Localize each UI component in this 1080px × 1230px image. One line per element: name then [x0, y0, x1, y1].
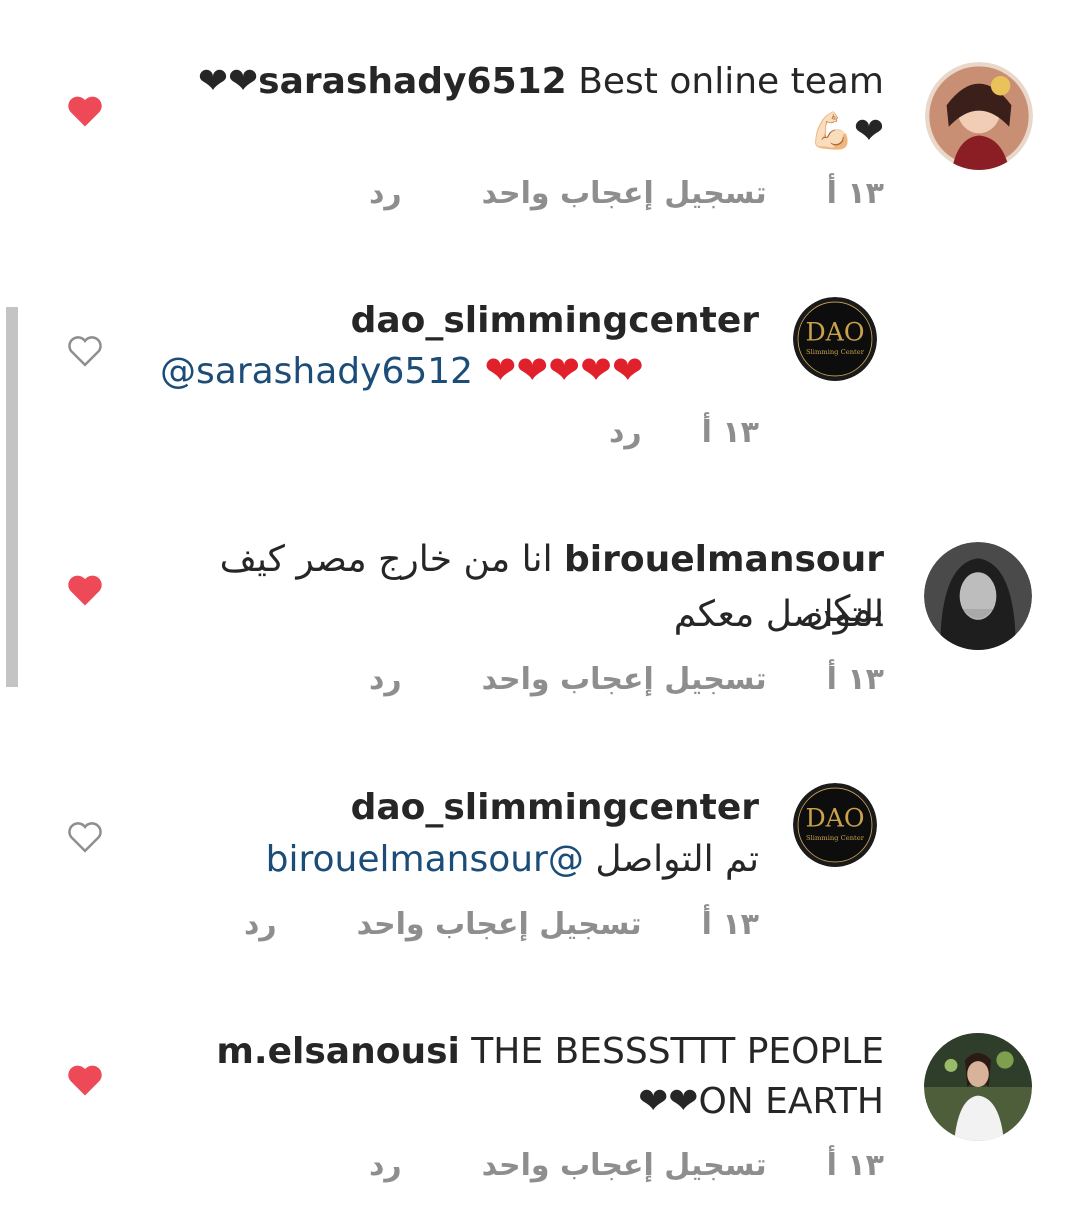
likes-count-link[interactable]: تسجيل إعجاب واحد	[482, 660, 767, 700]
comment-body: THE BESSSTTT PEOPLE	[471, 1031, 884, 1072]
comment-time: ١٣ أ	[826, 176, 884, 211]
comment-username[interactable]: dao_slimmingcenter	[351, 787, 759, 828]
avatar-dao-slimmingcenter[interactable]: DAO Slimming Center	[793, 783, 877, 867]
comment-username[interactable]: birouelmansour	[564, 539, 884, 580]
heart-filled-icon[interactable]	[66, 573, 104, 607]
heart-outline-icon[interactable]	[66, 334, 104, 368]
heart-filled-icon[interactable]	[66, 94, 104, 128]
svg-text:DAO: DAO	[805, 804, 864, 833]
comment-text: dao_slimmingcenter	[139, 783, 759, 833]
comment-mention[interactable]: @birouelmansour	[266, 839, 584, 880]
comment-time: ١٣ أ	[701, 907, 759, 942]
svg-text:Slimming Center: Slimming Center	[806, 834, 865, 842]
comment-body: ❤❤❤❤❤	[484, 348, 644, 392]
likes-count-link[interactable]: تسجيل إعجاب واحد	[482, 174, 767, 214]
comment-text-line2: تم التواصل @birouelmansour	[139, 835, 759, 885]
heart-outline-icon[interactable]	[66, 820, 104, 854]
comment-text-line2: التواصل معكم	[144, 590, 884, 640]
comment-body-line2: ON EARTH❤❤	[638, 1081, 884, 1122]
likes-count-link[interactable]: تسجيل إعجاب واحد	[357, 905, 642, 945]
reply-button[interactable]: رد	[609, 413, 642, 453]
reply-button[interactable]: رد	[244, 905, 277, 945]
comment-text: sarashady6512 Best online team❤❤	[144, 57, 884, 107]
svg-text:Slimming Center: Slimming Center	[806, 348, 865, 356]
comment-time: ١٣ أ	[701, 415, 759, 450]
comment-meta: ١٣ أ تسجيل إعجاب واحد رد	[369, 660, 884, 700]
likes-count-link[interactable]: تسجيل إعجاب واحد	[482, 1146, 767, 1186]
comment-time: ١٣ أ	[826, 1148, 884, 1183]
comment-meta: ١٣ أ رد	[609, 413, 759, 453]
avatar-sarashady6512[interactable]	[925, 62, 1033, 170]
svg-text:DAO: DAO	[805, 318, 864, 347]
comment-text: dao_slimmingcenter	[139, 296, 759, 346]
comment-text-line2: ❤💪🏻	[144, 107, 884, 157]
comment-body: تم التواصل	[595, 839, 759, 880]
reply-thread-line	[6, 307, 18, 687]
comment-username[interactable]: dao_slimmingcenter	[351, 300, 759, 341]
comment-text-line2: ON EARTH❤❤	[144, 1077, 884, 1127]
reply-button[interactable]: رد	[369, 1146, 402, 1186]
avatar-m-elsanousi[interactable]	[924, 1033, 1032, 1141]
comment-username[interactable]: m.elsanousi	[216, 1031, 459, 1072]
comment-text-line2: @sarashady6512 ❤❤❤❤❤	[160, 345, 780, 397]
comment-meta: ١٣ أ تسجيل إعجاب واحد رد	[369, 174, 884, 214]
comment-body-line2: ❤💪🏻	[809, 111, 884, 152]
avatar-birouelmansour[interactable]	[924, 542, 1032, 650]
reply-button[interactable]: رد	[369, 660, 402, 700]
comment-meta: ١٣ أ تسجيل إعجاب واحد رد	[369, 1146, 884, 1186]
comment-username[interactable]: sarashady6512	[258, 61, 567, 102]
heart-filled-icon[interactable]	[66, 1063, 104, 1097]
reply-button[interactable]: رد	[369, 174, 402, 214]
comment-mention[interactable]: @sarashady6512	[160, 351, 473, 392]
avatar-dao-slimmingcenter[interactable]: DAO Slimming Center	[793, 297, 877, 381]
comment-body-line2: التواصل معكم	[673, 594, 884, 635]
comment-meta: ١٣ أ تسجيل إعجاب واحد رد	[244, 905, 759, 945]
comment-time: ١٣ أ	[826, 662, 884, 697]
comment-text: m.elsanousi THE BESSSTTT PEOPLE	[144, 1027, 884, 1077]
